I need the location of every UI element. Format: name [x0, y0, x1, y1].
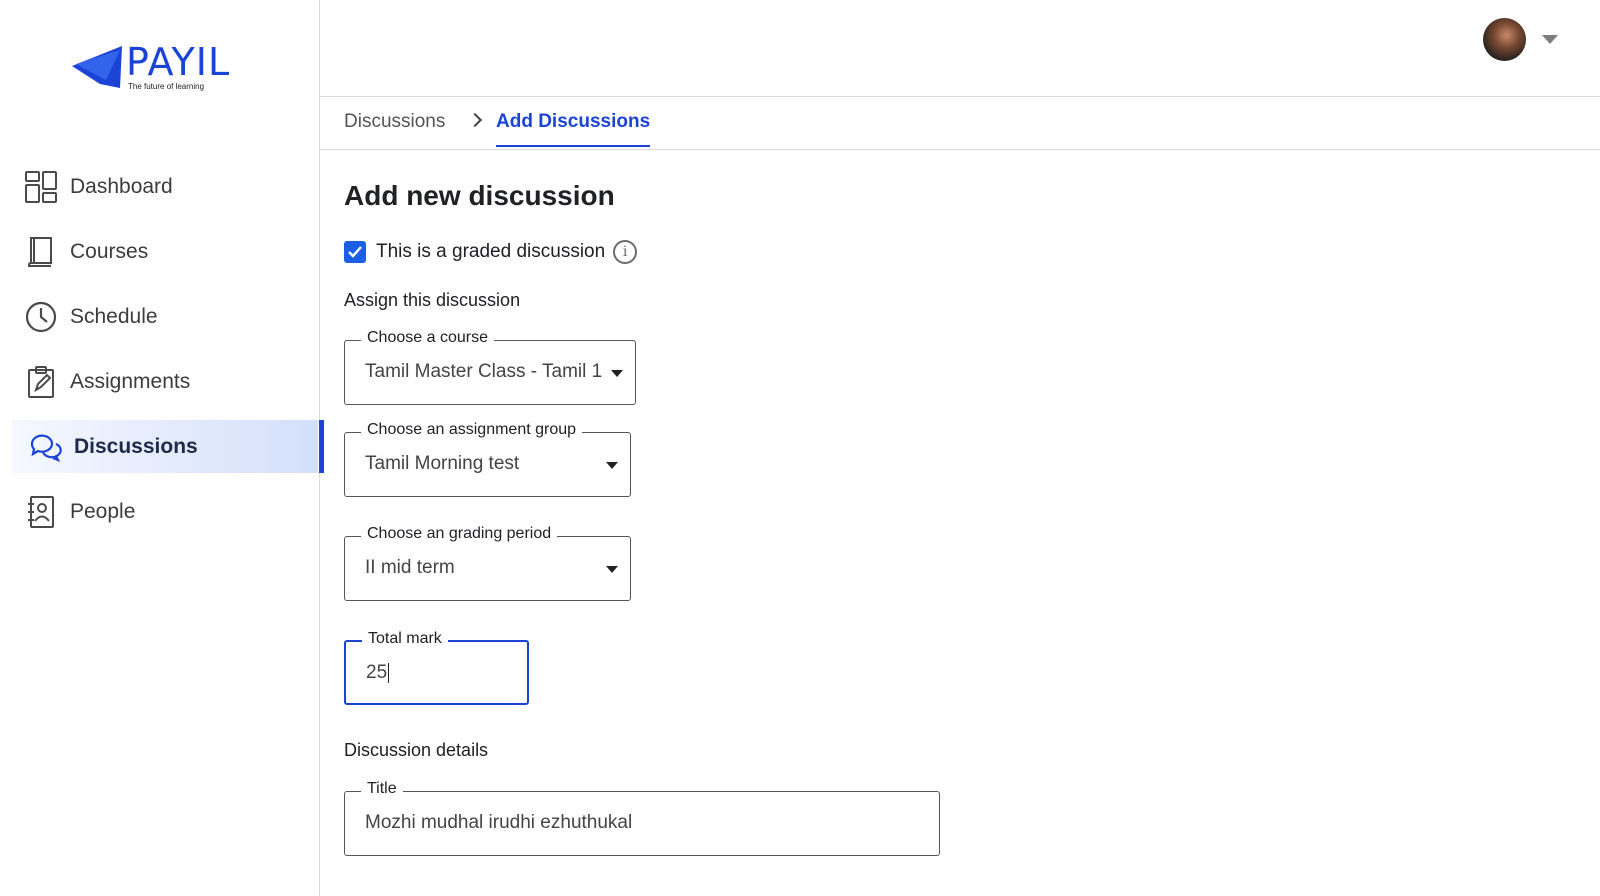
assignment-group-label: Choose an assignment group [361, 421, 583, 439]
sidebar-item-assignments[interactable]: Assignments [0, 355, 318, 408]
logo-wing-icon [72, 46, 122, 88]
book-icon [24, 235, 58, 269]
assignment-group-value: Tamil Morning test [365, 453, 520, 474]
dashboard-icon [24, 170, 58, 204]
chat-bubbles-icon [28, 430, 62, 464]
breadcrumb: Discussions Add Discussions [320, 97, 1600, 150]
logo-wordmark: PAYIL [126, 40, 231, 84]
sidebar-item-courses[interactable]: Courses [0, 225, 318, 278]
breadcrumb-discussions[interactable]: Discussions [344, 111, 445, 133]
assignment-group-select[interactable]: Choose an assignment group Tamil Morning… [344, 421, 631, 497]
top-bar [320, 0, 1600, 97]
grading-period-value: II mid term [365, 557, 455, 578]
graded-discussion-row: This is a graded discussion i [344, 240, 638, 264]
sidebar-item-schedule[interactable]: Schedule [0, 290, 318, 343]
course-select-value: Tamil Master Class - Tamil 1 [365, 361, 603, 382]
course-select[interactable]: Choose a course Tamil Master Class - Tam… [344, 329, 636, 405]
contact-book-icon [24, 495, 58, 529]
total-mark-value-wrap: 25 [366, 662, 390, 684]
total-mark-label: Total mark [362, 630, 448, 648]
grading-period-select[interactable]: Choose an grading period II mid term [344, 525, 631, 601]
chevron-right-icon [467, 112, 483, 128]
sidebar-item-label: Dashboard [70, 174, 173, 198]
graded-discussion-label: This is a graded discussion [376, 241, 606, 262]
dropdown-caret-icon [611, 370, 623, 377]
sidebar-item-label: Assignments [70, 369, 191, 393]
course-select-label: Choose a course [361, 329, 494, 347]
breadcrumb-add-discussions[interactable]: Add Discussions [496, 111, 651, 147]
logo-tagline: The future of learning [128, 82, 205, 91]
total-mark-input[interactable]: Total mark 25 [344, 630, 529, 705]
payil-logo[interactable]: PAYIL The future of learning [70, 38, 250, 98]
grading-period-label: Choose an grading period [361, 525, 558, 543]
check-icon [348, 246, 362, 258]
details-section-label: Discussion details [344, 740, 489, 760]
title-label: Title [361, 780, 403, 798]
assign-section-label: Assign this discussion [344, 290, 521, 310]
page-title: Add new discussion [344, 180, 615, 211]
clipboard-icon [24, 365, 58, 399]
sidebar-item-label: People [70, 499, 136, 523]
sidebar-nav: Dashboard Courses Schedule Assignments D… [0, 160, 324, 550]
user-avatar[interactable] [1483, 18, 1526, 61]
sidebar-item-label: Schedule [70, 304, 158, 328]
title-input[interactable]: Title Mozhi mudhal irudhi ezhuthukal [344, 780, 940, 856]
dropdown-caret-icon [606, 462, 618, 469]
sidebar-item-discussions[interactable]: Discussions [12, 420, 324, 473]
graded-discussion-checkbox[interactable] [344, 241, 366, 263]
sidebar-item-label: Courses [70, 239, 149, 263]
total-mark-value: 25 [366, 662, 388, 683]
title-value: Mozhi mudhal irudhi ezhuthukal [365, 812, 633, 833]
info-icon[interactable]: i [613, 240, 638, 264]
chevron-down-icon[interactable] [1542, 35, 1558, 44]
clock-icon [24, 300, 58, 334]
sidebar-item-dashboard[interactable]: Dashboard [0, 160, 318, 213]
sidebar-item-label: Discussions [74, 434, 198, 458]
text-cursor [388, 662, 390, 683]
sidebar: PAYIL The future of learning Dashboard C… [0, 0, 324, 896]
dropdown-caret-icon [606, 566, 618, 573]
sidebar-item-people[interactable]: People [0, 485, 318, 538]
